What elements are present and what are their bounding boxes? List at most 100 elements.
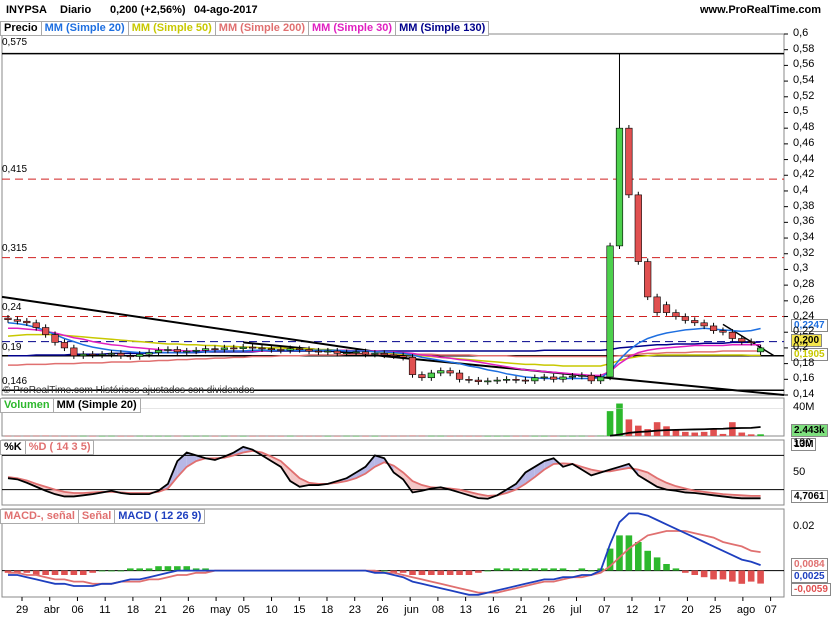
legend-mm50[interactable]: MM (Simple 50) [128,21,216,36]
macd-histogram-bar [51,570,59,575]
volume-bar [738,432,746,436]
x-tick-label: may [210,604,231,616]
y-tick-label: 0,22 [793,325,815,338]
legend-mm20[interactable]: MM (Simple 20) [41,21,129,36]
volume-bar [672,430,680,436]
legend-volume-mm[interactable]: MM (Simple 20) [53,398,141,413]
macd-histogram-bar [145,568,153,571]
candle [267,348,275,350]
macd-histogram-bar [550,568,557,571]
macd-histogram-bar [540,568,548,571]
volume-bar [296,435,303,437]
macd-histogram-bar [79,570,87,575]
candle [719,330,727,333]
y-tick-label: 0,56 [793,58,815,71]
legend-k[interactable]: %K [0,440,26,455]
volume-bar [239,435,247,437]
candle [756,347,765,353]
volume-bar [98,435,106,437]
macd-histogram-bar [710,570,717,580]
candle [418,374,426,379]
candle [117,353,125,357]
volume-bar [569,435,576,437]
legend-mm130[interactable]: MM (Simple 130) [396,21,490,36]
candle [343,352,351,354]
candle [380,353,388,356]
x-tick-label: 16 [487,604,500,616]
x-tick-label: 20 [681,604,694,616]
macd-legend: MACD-, señal Señal MACD ( 12 26 9) [0,509,206,524]
macd-histogram-bar [155,566,162,571]
volume-bar [211,435,219,437]
candle [521,379,529,382]
volume-bar [578,435,586,437]
candle [32,322,40,328]
volume-bar [559,435,567,437]
legend-volume[interactable]: Volumen [0,398,54,413]
candle [634,194,642,262]
candle [98,353,106,356]
macd-histogram-bar [89,570,96,573]
macd-histogram-bar [42,570,49,575]
legend-macd-hist[interactable]: MACD-, señal [0,509,79,524]
legend-price[interactable]: Precio [0,21,42,36]
macd-histogram-bar [616,535,623,571]
macd-histogram-bar [484,570,492,572]
candle [13,319,21,322]
price-legend: Precio MM (Simple 20) MM (Simple 50) MM (Si… [0,21,490,36]
legend-mm200[interactable]: MM (Simple 200) [215,21,309,36]
level-label: 0,575 [2,37,28,48]
candle [60,342,69,349]
candle [333,350,341,354]
volume-bar [315,435,322,437]
x-tick-label: 15 [293,604,306,616]
volume-bar [14,435,21,437]
candle [474,379,482,382]
candle [173,349,181,353]
candle [126,355,134,358]
legend-macd[interactable]: MACD ( 12 26 9) [115,509,206,524]
volume-bar [409,435,416,437]
volume-bar [700,431,708,436]
candle [277,349,285,351]
candle [465,379,473,381]
volume-bar [371,435,379,437]
candle [493,379,501,382]
volume-bar [127,435,134,437]
x-tick-label: 21 [515,604,528,616]
volume-bar [465,435,473,437]
candle [314,350,323,353]
macd-histogram-bar [747,570,755,582]
volume-bar [475,435,482,437]
volume-bar [606,411,614,436]
candle [352,351,360,354]
y-tick-label: 0,26 [793,293,815,306]
y-tick-label: 0,58 [793,42,815,55]
chart-canvas[interactable] [0,0,835,620]
candle [644,261,652,298]
volume-bar [51,435,59,437]
macd-histogram-bar [136,568,143,571]
candle [512,379,520,381]
x-tick-label: 25 [709,604,722,616]
candle [4,317,12,320]
macd-histogram-bar [418,570,426,575]
volume-bar [493,435,501,437]
macd-histogram-bar [98,570,106,572]
volume-bar [635,425,642,436]
candle [154,349,163,353]
x-tick-label: jul [570,604,582,616]
volume-bar [653,422,661,436]
volume-bar [352,435,360,437]
volume-bar [230,435,238,437]
macd-histogram-bar [446,570,454,575]
volume-bar [446,435,454,437]
legend-signal[interactable]: Señal [78,509,116,524]
volume-bar [268,435,275,437]
tag-stoch: 4,7061 [791,490,828,503]
legend-mm30[interactable]: MM (Simple 30) [308,21,397,36]
macd-histogram-bar [127,568,134,571]
legend-d[interactable]: %D ( 14 3 5) [25,440,95,455]
volume-bar [428,435,435,437]
volume-bar [32,435,40,437]
